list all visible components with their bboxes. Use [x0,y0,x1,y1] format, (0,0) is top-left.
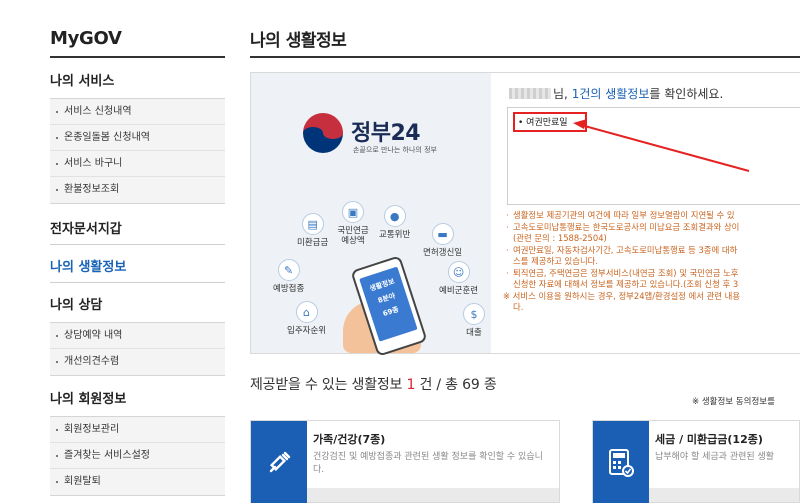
service-vaccination: ✎ 예방접종 [273,259,304,294]
card-title: 가족/건강(7종) [313,433,386,446]
service-traffic-violation: ● 교통위반 [379,205,410,240]
sidebar-section-consult[interactable]: 나의 상담 [50,294,102,313]
sidebar-item-favorite-services[interactable]: 즐겨찾는 서비스설정 [50,443,225,469]
consent-info-link[interactable]: ※ 생활정보 동의정보를 [692,395,775,407]
notice-item: 생활정보 제공기관의 여건에 따라 일부 정보열람이 지연될 수 있 [503,210,800,222]
notice-item: (관련 문의 : 1588-2504) [513,233,607,243]
notice-list: 생활정보 제공기관의 여건에 따라 일부 정보열람이 지연될 수 있 고속도로미… [503,210,800,314]
service-refund: ▤ 미환급금 [297,213,328,248]
notice-item: 고속도로미납통행료는 한국도로공사의 미납요금 조회결과와 상이 [503,222,800,234]
card-description: 납부해야 할 세금과 관련된 생활 [655,452,775,462]
sidebar-section-e-wallet[interactable]: 전자문서지갑 [50,218,122,237]
service-housing-rank: ⌂ 입주자순위 [287,301,326,336]
calculator-icon [593,421,649,503]
house-icon: ⌂ [295,301,318,323]
sidebar: MyGOV 나의 서비스 서비스 신청내역 온종일돌봄 신청내역 서비스 바구니… [0,0,225,503]
title-divider [250,56,800,58]
taegeuk-logo-icon [303,113,343,153]
annotation-arrow-icon [573,119,750,172]
sidebar-item-member-manage[interactable]: 회원정보관리 [50,417,225,443]
sidebar-sublist-member-info: 회원정보관리 즐겨찾는 서비스설정 회원탈퇴 [50,416,225,496]
traffic-light-icon: ● [383,205,406,227]
sidebar-item-refund-lookup[interactable]: 환불정보조회 [50,177,225,203]
soldier-icon: ☺ [447,261,470,283]
sidebar-divider [50,282,225,283]
document-icon: ▤ [301,213,324,235]
syringe-icon [251,421,307,503]
sidebar-item-withdraw[interactable]: 회원탈퇴 [50,469,225,495]
card-footer-bar [649,488,799,502]
sidebar-section-life-info[interactable]: 나의 생활정보 [50,256,126,275]
sidebar-divider [50,244,225,245]
notice-item: 신청한 자료에 대해서 정보를 제공하고 있습니다.(조회 신청 후 3 [513,279,739,289]
card-title: 세금 / 미환급금(12종) [655,433,763,446]
sidebar-section-my-service[interactable]: 나의 서비스 [50,70,114,89]
service-pension: ▣ 국민연금 예상액 [333,201,373,246]
service-label: 미환급금 [297,238,329,248]
notice-item: 퇴직연금, 주택연금은 정부서비스(내연금 조회) 및 국민연금 노후 [503,268,800,280]
notice-item: ※ 서비스 이용을 원하시는 경우, 정부24앱/환경설정 에서 관련 내용 [503,290,741,301]
sidebar-section-member-info[interactable]: 나의 회원정보 [50,388,126,407]
provided-count: 1 [406,377,416,393]
service-label: 대출 [466,328,482,338]
category-card-tax-refund[interactable]: 세금 / 미환급금(12종) 납부해야 할 세금과 관련된 생활 [592,420,800,503]
sidebar-item-allday-care-history[interactable]: 온종일돌봄 신청내역 [50,125,225,151]
banner-illustration: 정부24 손끝으로 만나는 하나의 정부 ▤ 미환급금 ▣ 국민연금 예상액 ●… [251,73,491,357]
car-icon: ▬ [431,223,454,245]
notice-item: 스를 제공하고 있습니다. [513,256,599,266]
gov24-slogan: 손끝으로 만나는 하나의 정부 [353,146,437,154]
syringe-icon: ✎ [277,259,300,281]
life-info-banner: 정부24 손끝으로 만나는 하나의 정부 ▤ 미환급금 ▣ 국민연금 예상액 ●… [250,72,800,357]
service-license-renewal: ▬ 면허갱신일 [423,223,462,258]
service-label: 국민연금 예상액 [337,226,369,246]
provided-info-summary: 제공받을 수 있는 생활정보 1 건 / 총 69 종 [250,377,497,393]
service-label: 면허갱신일 [423,248,463,258]
notice-item: 여권만료일, 자동차검사기간, 고속도로미납통행료 등 3종에 대하 [503,245,800,257]
service-label: 교통위반 [379,230,411,240]
sidebar-brand[interactable]: MyGOV [50,28,122,49]
service-loan: $ 대출 [463,303,485,338]
service-label: 입주자순위 [287,326,327,336]
id-card-icon: ▣ [342,201,364,223]
page-title: 나의 생활정보 [250,31,347,51]
card-description: 건강검진 및 예방접종과 관련된 생활 정보를 확인할 수 있습니다. [313,452,543,475]
service-label: 예방접종 [273,284,305,294]
category-card-family-health[interactable]: 가족/건강(7종) 건강검진 및 예방접종과 관련된 생활 정보를 확인할 수 … [250,420,560,503]
service-label: 예비군훈련 [439,286,479,296]
sidebar-item-consult-reservation[interactable]: 상담예약 내역 [50,323,225,349]
gov24-logo-text: 정부24 [351,121,421,146]
brand-divider [50,56,225,58]
banner-info-panel: 님, 1건의 생활정보를 확인하세요. • 여권만료일 생활정보 제공기관의 여… [491,73,800,353]
notice-item: 다. [513,302,524,312]
card-footer-bar [307,488,559,502]
service-reserve-training: ☺ 예비군훈련 [439,261,478,296]
money-bag-icon: $ [463,303,485,325]
sidebar-item-feedback[interactable]: 개선의견수렴 [50,349,225,375]
sidebar-sublist-my-service: 서비스 신청내역 온종일돌봄 신청내역 서비스 바구니 환불정보조회 [50,98,225,204]
sidebar-sublist-consult: 상담예약 내역 개선의견수렴 [50,322,225,376]
sidebar-item-service-history[interactable]: 서비스 신청내역 [50,99,225,125]
sidebar-item-service-basket[interactable]: 서비스 바구니 [50,151,225,177]
total-count: 69 [462,377,480,393]
